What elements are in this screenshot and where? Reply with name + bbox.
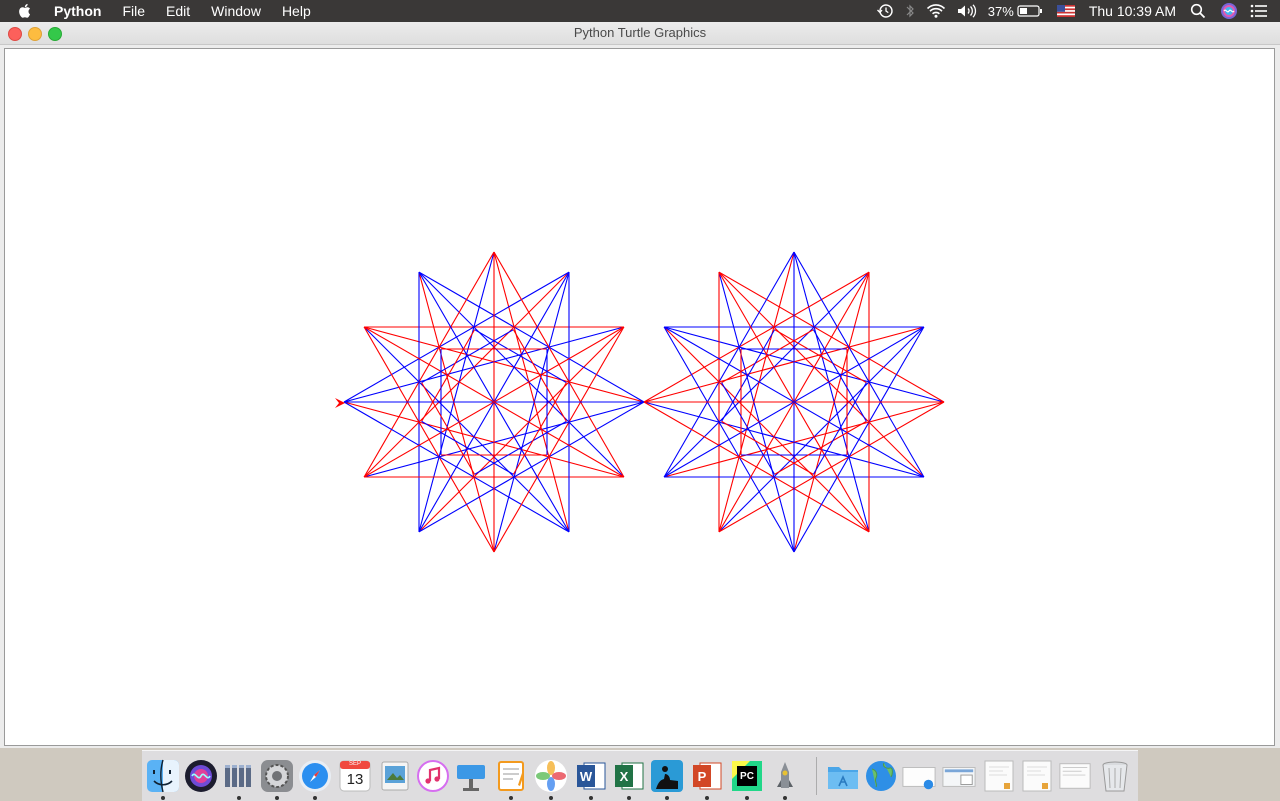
window-titlebar[interactable]: Python Turtle Graphics [0,22,1280,45]
turtle-line-5 [363,326,570,533]
turtle-canvas[interactable] [4,48,1275,746]
turtle-line-38 [774,420,867,475]
svg-text:W: W [580,769,593,784]
wifi-icon[interactable] [926,3,946,19]
dock-kindle-icon[interactable] [650,759,684,800]
turtle-line-32 [421,329,514,384]
turtle-graphics-window: Python Turtle Graphics [0,22,1280,748]
dock-calendar-icon[interactable]: SEP 13 [338,759,372,793]
menu-edit[interactable]: Edit [166,3,190,19]
window-title: Python Turtle Graphics [573,25,707,40]
dock-powerpoint-icon[interactable]: P [690,759,724,800]
battery-percent[interactable]: 37% [988,4,1014,19]
menu-file[interactable]: File [122,3,145,19]
turtle-cursor-icon [335,398,345,408]
turtle-line-36 [721,420,814,475]
notification-center-icon[interactable] [1250,4,1268,18]
dock-network-globe-icon[interactable] [864,759,898,793]
dock: SEP 13 W X P PC [142,750,1138,801]
turtle-drawing [335,251,945,553]
dock-screenshot-thumb-2[interactable] [942,759,976,793]
dock-system-preferences-icon[interactable] [260,759,294,800]
svg-text:PC: PC [740,771,754,782]
turtle-line-8 [718,326,925,533]
us-flag-icon[interactable] [1056,5,1075,17]
dock-pages-icon[interactable] [494,759,528,800]
dock-applications-folder-icon[interactable] [826,759,860,793]
turtle-line-35 [721,382,776,475]
dock-siri-icon[interactable] [184,759,218,793]
dock-finder-icon[interactable] [146,759,180,800]
turtle-line-35 [421,382,476,475]
dock-document-thumb-1[interactable] [982,759,1016,793]
turtle-line-11 [418,271,625,478]
dock-keynote-icon[interactable] [454,759,488,793]
dock-safari-icon[interactable] [298,759,332,800]
turtle-line-2 [363,271,570,478]
turtle-line-33 [421,329,476,422]
turtle-line-11 [718,271,925,478]
dock-trash-icon[interactable] [1098,759,1132,793]
volume-icon[interactable] [956,3,978,19]
right-star-figure [643,251,945,553]
dock-python-launcher-icon[interactable] [768,759,802,800]
bluetooth-icon[interactable] [904,3,916,19]
turtle-line-41 [512,329,567,422]
turtle-line-38 [474,420,567,475]
turtle-line-30 [774,329,867,384]
menubar-clock[interactable]: Thu 10:39 AM [1089,3,1176,19]
dock-screenshot-thumb-1[interactable] [902,759,936,793]
turtle-line-32 [721,329,814,384]
menu-app-name[interactable]: Python [54,3,101,19]
dock-preview-icon[interactable] [378,759,412,793]
svg-text:X: X [620,769,629,784]
siri-icon[interactable] [1220,2,1238,20]
dock-document-thumb-2[interactable] [1020,759,1054,793]
turtle-line-39 [512,382,567,475]
menu-window[interactable]: Window [211,3,261,19]
turtle-line-36 [421,420,514,475]
dock-word-icon[interactable]: W [574,759,608,800]
apple-icon[interactable] [18,3,36,19]
turtle-line-8 [418,326,625,533]
turtle-line-39 [812,382,867,475]
dock-photos-icon[interactable] [534,759,568,800]
turtle-line-41 [812,329,867,422]
spotlight-search-icon[interactable] [1190,3,1206,19]
calendar-month-label: SEP [348,761,361,767]
calendar-day-label: 13 [346,771,364,788]
menu-help[interactable]: Help [282,3,311,19]
time-machine-icon[interactable] [876,3,894,19]
dock-library-icon[interactable] [222,759,256,800]
left-star-figure [343,251,645,553]
dock-document-thumb-3[interactable] [1058,759,1092,793]
turtle-line-33 [721,329,776,422]
dock-excel-icon[interactable]: X [612,759,646,800]
svg-text:P: P [698,769,707,784]
dock-separator [816,757,817,795]
turtle-line-2 [663,271,870,478]
menu-bar: Python File Edit Window Help 37% Thu 10:… [0,0,1280,22]
dock-itunes-icon[interactable] [416,759,450,793]
dock-pycharm-icon[interactable]: PC [730,759,764,800]
turtle-line-5 [663,326,870,533]
turtle-line-30 [474,329,567,384]
battery-icon[interactable] [1017,4,1043,18]
